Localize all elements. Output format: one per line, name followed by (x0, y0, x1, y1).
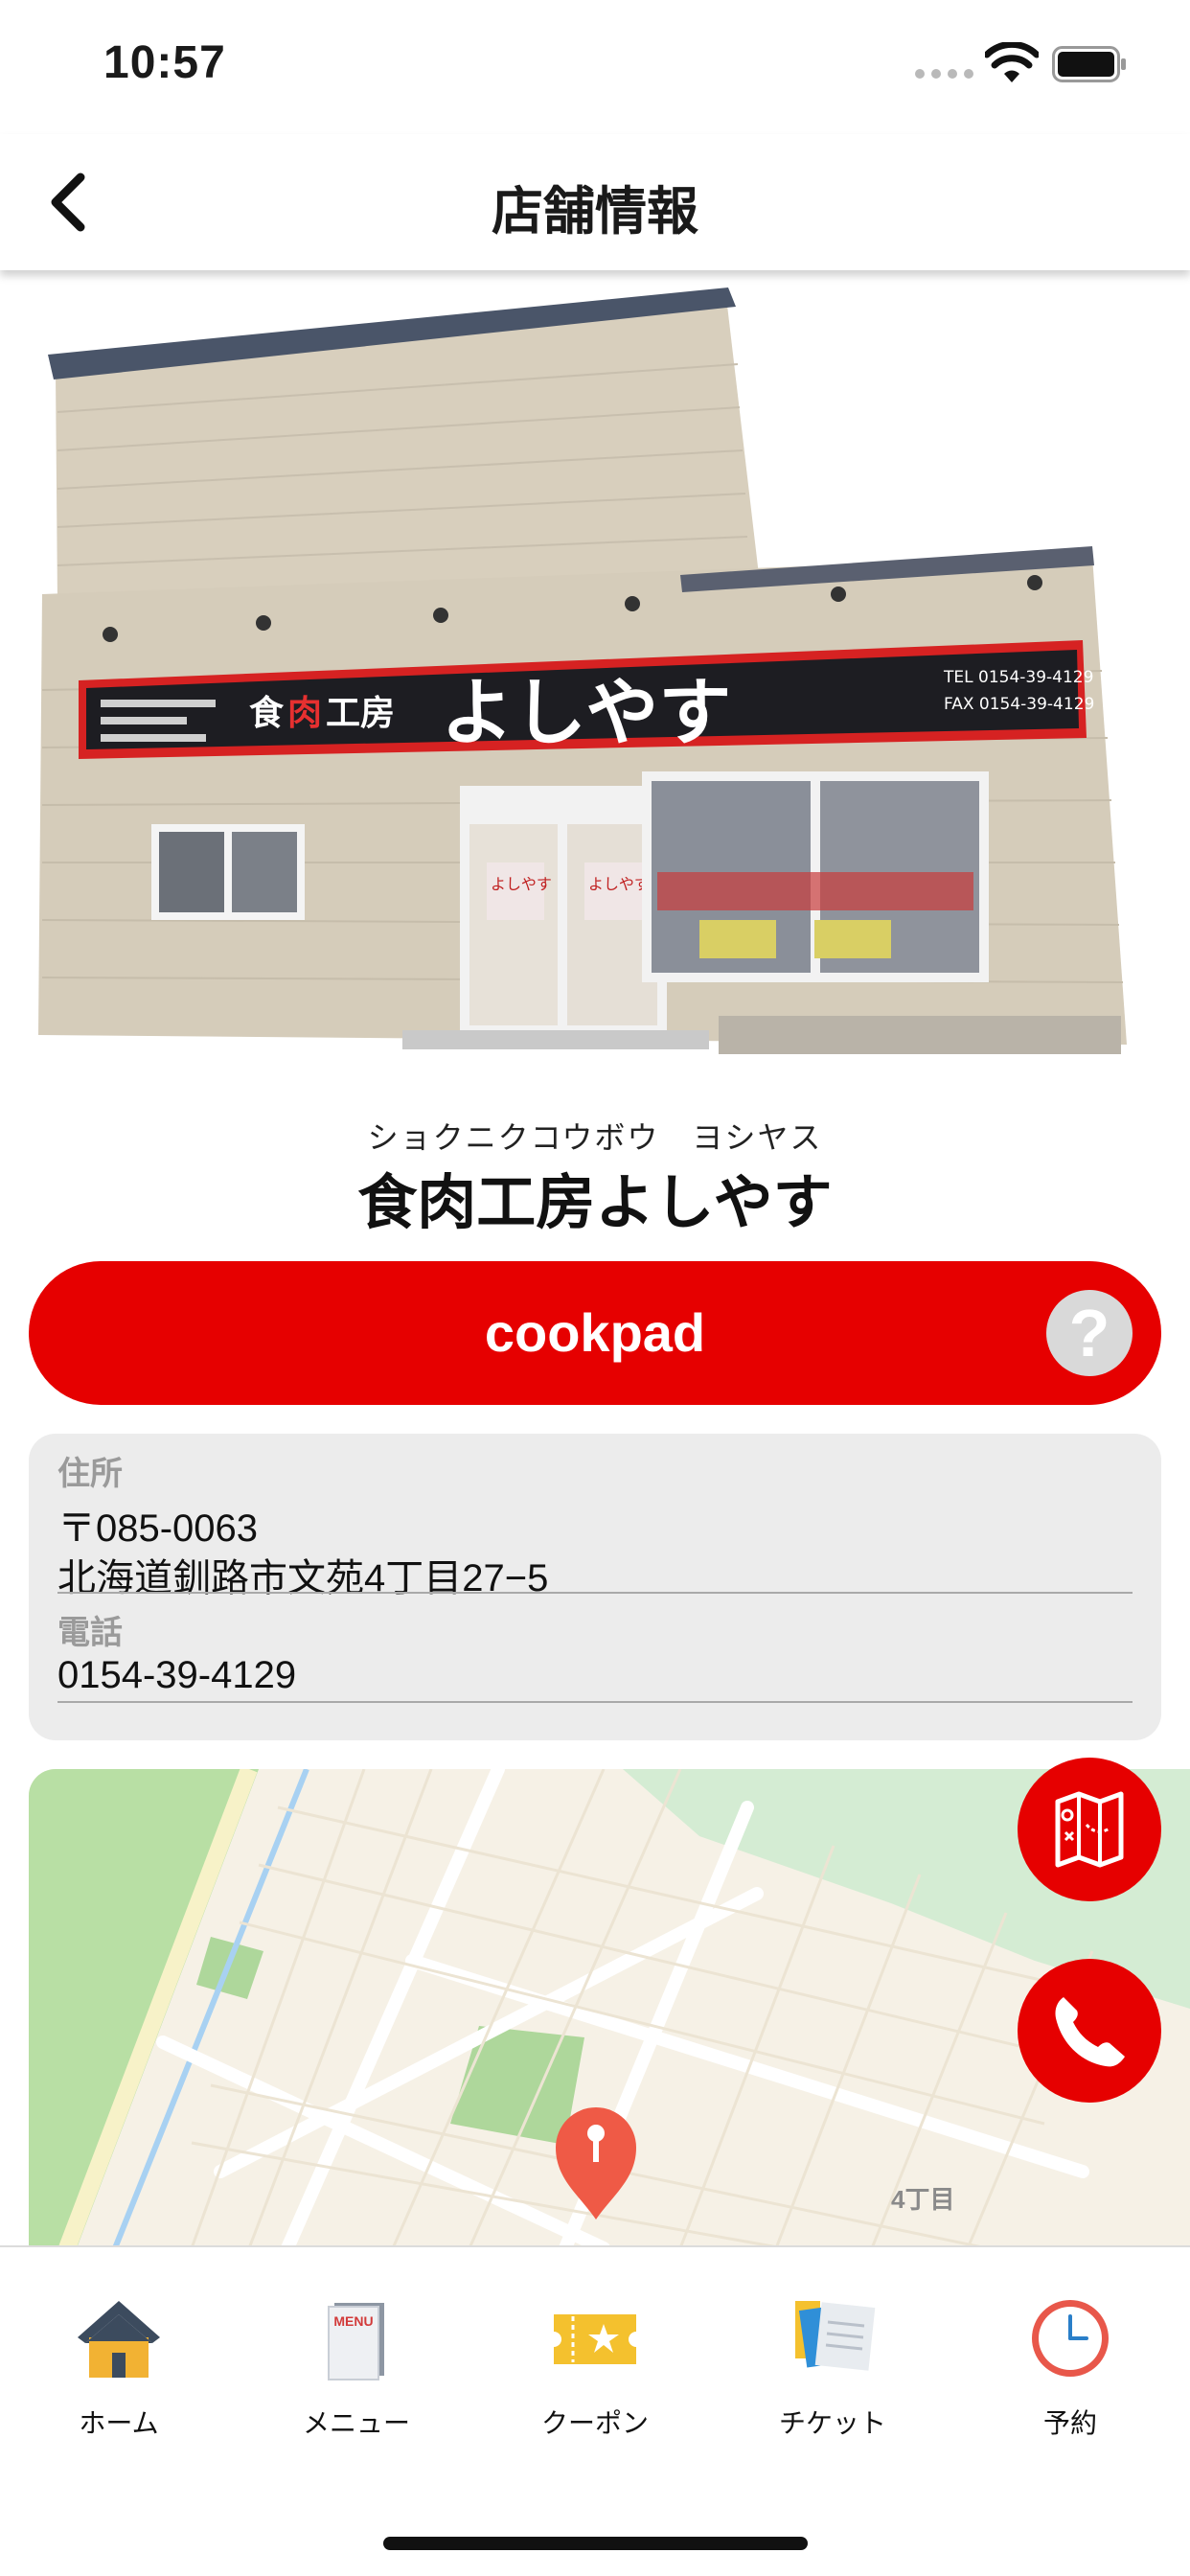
phone-value[interactable]: 0154-39-4129 (57, 1654, 296, 1697)
menu-icon-text: MENU (333, 2313, 373, 2329)
tab-label-home: ホーム (79, 2408, 159, 2438)
clock-icon (1032, 2300, 1109, 2377)
store-name-kana: ショクニクコウボウ ヨシヤス (367, 1120, 823, 1155)
phone-icon (1055, 1997, 1125, 2067)
store-photo: 食 肉 工房 よしやす TEL 0154-39-4129 FAX 0154-39… (38, 288, 1127, 1054)
call-button[interactable] (1018, 1959, 1161, 2103)
map-district-label: 4丁目 (891, 2185, 954, 2214)
svg-text:工房: 工房 (326, 693, 395, 733)
tab-label-coupon: クーポン (540, 2408, 649, 2438)
home-indicator[interactable] (383, 2537, 808, 2550)
tab-coupon[interactable]: クーポン (499, 2295, 691, 2477)
address-value: 北海道釧路市文苑4丁目27−5 (57, 1557, 549, 1599)
cookpad-label: cookpad (484, 1302, 706, 1363)
tab-label-ticket: チケット (778, 2408, 886, 2438)
tab-bar: ホーム MENU メニュー クーポン チケット 予約 (0, 2245, 1190, 2576)
navigation-bar: 店舗情報 (0, 134, 1190, 270)
battery-icon (1052, 46, 1126, 82)
svg-text:食: 食 (249, 693, 285, 733)
help-icon[interactable]: ? (1046, 1290, 1133, 1376)
tab-label-menu: メニュー (302, 2408, 410, 2438)
postal-code: 〒085-0063 (57, 1507, 259, 1550)
wifi-icon (985, 42, 1039, 82)
sign-tel: TEL 0154-39-4129 (943, 668, 1093, 687)
address-label: 住所 (57, 1456, 123, 1492)
store-map[interactable]: 4丁目 (29, 1769, 1190, 2248)
phone-label: 電話 (57, 1615, 123, 1651)
page-title: 店舗情報 (492, 183, 698, 241)
coupon-icon (554, 2314, 636, 2364)
tab-ticket[interactable]: チケット (737, 2295, 928, 2477)
svg-text:よしやす: よしやす (491, 875, 552, 893)
svg-text:肉: 肉 (287, 693, 322, 733)
home-icon (78, 2301, 160, 2378)
store-name: 食肉工房よしやす (357, 1170, 833, 1236)
open-map-button[interactable] (1018, 1758, 1161, 1901)
ticket-icon (795, 2301, 876, 2371)
phone-divider (57, 1701, 1133, 1703)
svg-text:よしやす: よしやす (588, 875, 650, 893)
tab-home[interactable]: ホーム (23, 2295, 215, 2477)
status-bar: 10:57 (0, 0, 1190, 134)
store-info-card: 住所 〒085-0063 北海道釧路市文苑4丁目27−5 電話 0154-39-… (29, 1434, 1161, 1740)
cookpad-button[interactable]: cookpad ? (29, 1261, 1161, 1405)
menu-book-icon: MENU (328, 2303, 384, 2380)
map-canvas: 4丁目 (29, 1769, 1190, 2248)
map-icon (1055, 1791, 1124, 1868)
tab-reservation[interactable]: 予約 (974, 2295, 1166, 2477)
cellular-signal-icon (915, 69, 973, 79)
tab-label-reservation: 予約 (1042, 2408, 1097, 2438)
sign-fax: FAX 0154-39-4129 (944, 695, 1094, 714)
address-divider (57, 1592, 1133, 1594)
tab-menu[interactable]: MENU メニュー (261, 2295, 452, 2477)
status-time: 10:57 (103, 37, 226, 88)
svg-text:よしやす: よしやす (441, 670, 731, 755)
